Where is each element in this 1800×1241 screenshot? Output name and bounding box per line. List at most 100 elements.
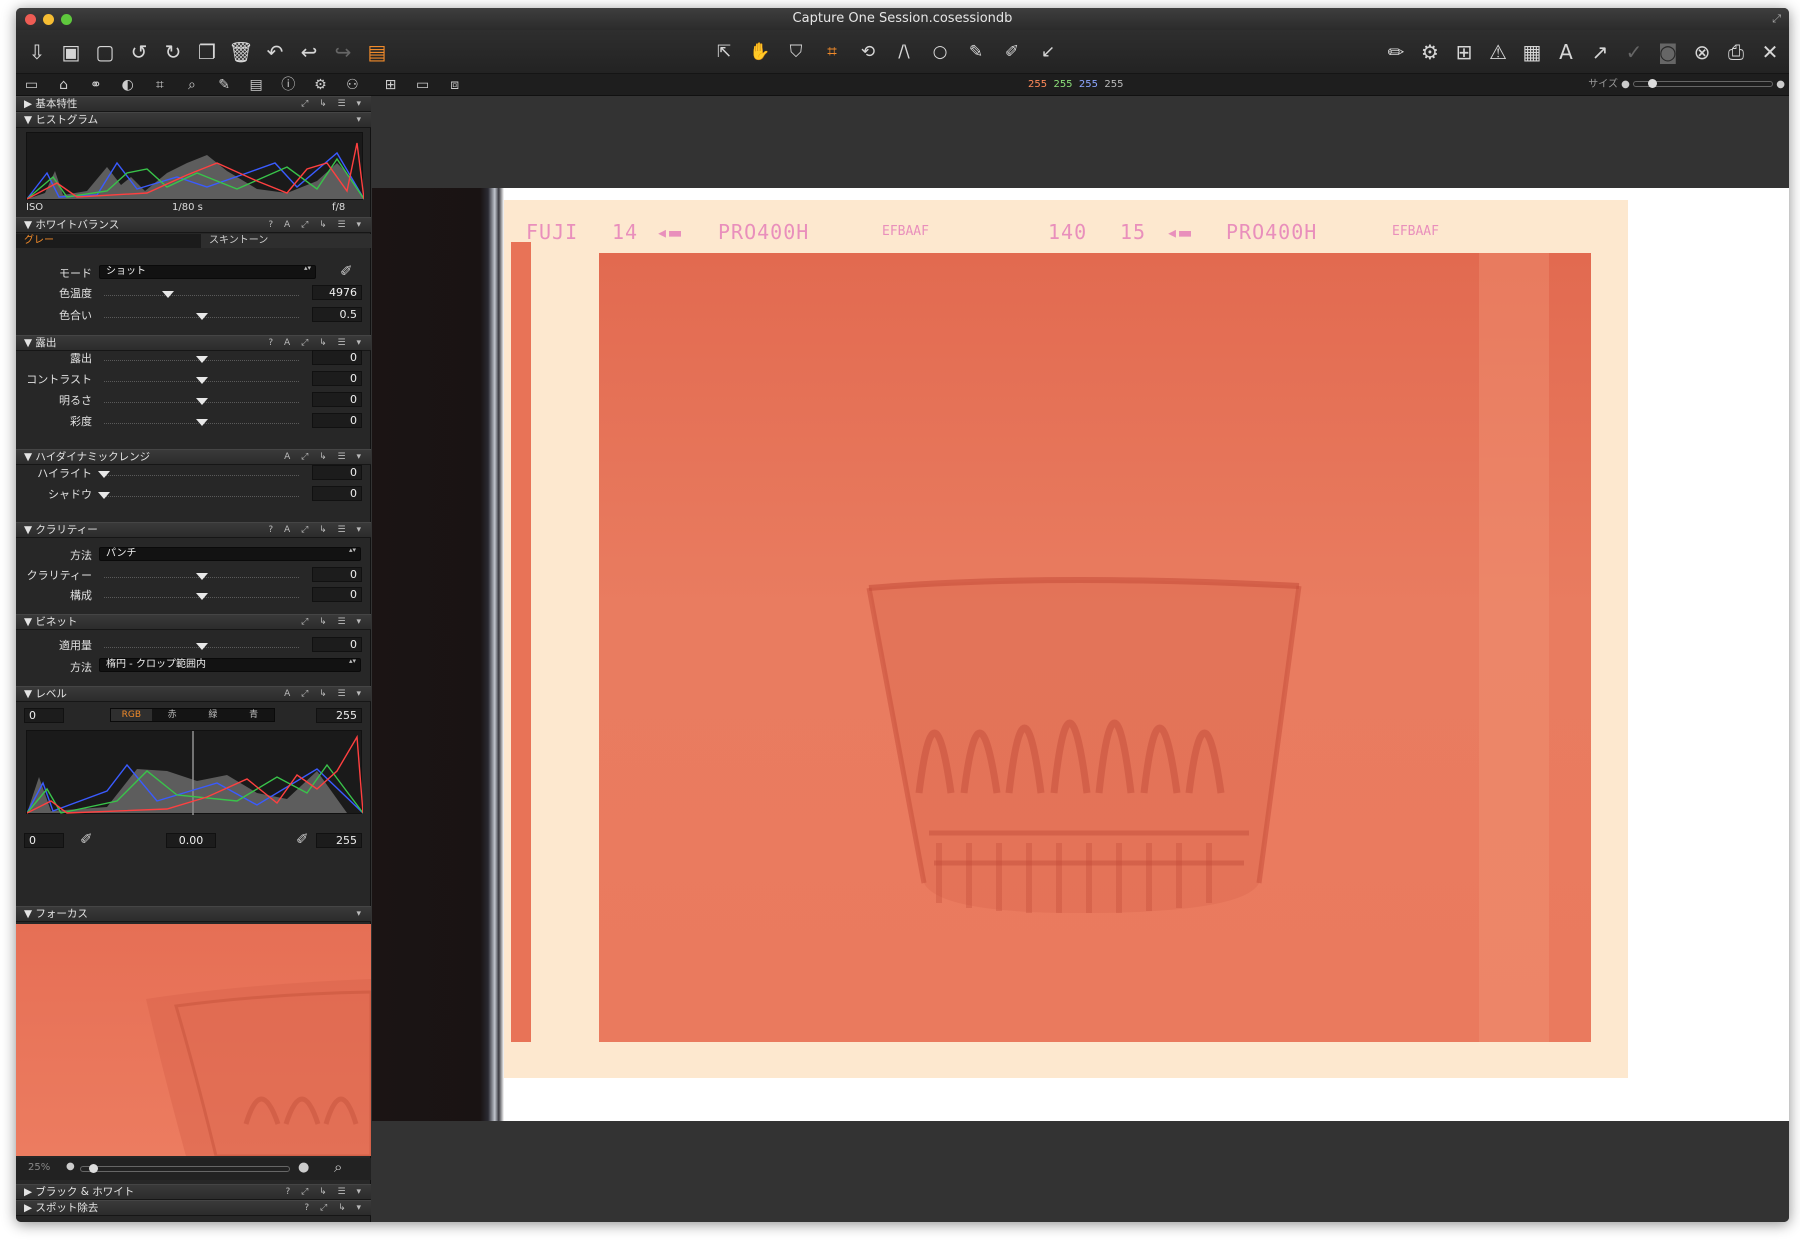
fullscreen-icon[interactable]: ⤢ — [1772, 8, 1781, 30]
wb-temp-slider[interactable] — [104, 285, 299, 298]
multi-view-icon[interactable]: ▤ — [360, 40, 394, 64]
adjust-brush-icon[interactable]: ✏ — [1379, 40, 1413, 64]
spot-removal-icon[interactable]: ○ — [922, 42, 958, 62]
exposure-slider-3[interactable] — [104, 413, 299, 426]
clarity-section-header[interactable]: ▼ クラリティー? A ⤢ ↳ ☰ ▾ — [16, 522, 371, 538]
text-icon[interactable]: A — [1549, 40, 1583, 64]
capture-tab-icon[interactable]: ⌂ — [50, 74, 77, 96]
wb-temp-value[interactable]: 4976 — [312, 285, 362, 300]
hdr-slider-0[interactable] — [98, 465, 299, 478]
histogram-section-header[interactable]: ▼ ヒストグラム ▾ — [16, 112, 371, 128]
exposure-slider-0[interactable] — [104, 350, 299, 363]
zoom-window-button[interactable] — [61, 14, 72, 25]
clarity-knob-0[interactable] — [195, 573, 208, 580]
grid-icon[interactable]: ▦ — [1515, 40, 1549, 64]
levels-input-low[interactable]: 0 — [24, 708, 64, 723]
hdr-knob-1[interactable] — [98, 492, 110, 499]
undo-icon[interactable]: ↩ — [292, 40, 326, 64]
exposure-section-header[interactable]: ▼ 露出? A ⤢ ↳ ☰ ▾ — [16, 335, 371, 351]
batch-tab-icon[interactable]: ⚇ — [339, 74, 366, 96]
white-point-picker-icon[interactable]: ✐ — [296, 830, 309, 848]
focus-zoom-slider[interactable] — [80, 1164, 290, 1173]
levels-tab-1[interactable]: 赤 — [152, 709, 193, 721]
bw-section-header[interactable]: ▶ ブラック & ホワイト? ⤢ ↳ ☰ ▾ — [16, 1184, 371, 1200]
levels-tab-0[interactable]: RGB — [111, 709, 152, 721]
library-tab-icon[interactable]: ▭ — [18, 74, 45, 96]
redo-icon[interactable]: ↪ — [326, 40, 360, 64]
tab-skin-tone[interactable]: スキントーン — [201, 234, 371, 248]
clarity-method-select[interactable]: パンチ — [99, 547, 361, 561]
settings-gear-icon[interactable]: ⚙ — [1413, 40, 1447, 64]
close-window-button[interactable] — [25, 14, 36, 25]
local-adjust-tab-icon[interactable]: ✎ — [211, 74, 238, 96]
levels-tab-3[interactable]: 青 — [233, 709, 274, 721]
grid-overlay-icon[interactable]: ⊞ — [1447, 40, 1481, 64]
spot-section-header[interactable]: ▶ スポット除去? ⤢ ↳ ▾ — [16, 1200, 371, 1216]
basic-section-header[interactable]: ▶ 基本特性 ⤢ ↳ ☰ ▾ — [16, 96, 371, 112]
hdr-section-header[interactable]: ▼ ハイダイナミックレンジ A ⤢ ↳ ☰ ▾ — [16, 449, 371, 465]
vignette-section-header[interactable]: ▼ ビネット ⤢ ↳ ☰ ▾ — [16, 614, 371, 630]
lens-tab-icon[interactable]: ⌗ — [146, 74, 173, 96]
import-icon[interactable]: ⇩ — [20, 40, 54, 64]
info-tab-icon[interactable]: ⓘ — [275, 74, 302, 96]
clarity-slider-1[interactable] — [104, 587, 299, 600]
clarity-value-1[interactable]: 0 — [312, 587, 362, 602]
single-view-icon[interactable]: ▭ — [409, 74, 436, 96]
exposure-tab-icon[interactable]: ◐ — [114, 74, 141, 96]
exposure-slider-2[interactable] — [104, 392, 299, 405]
output-tab-icon[interactable]: ⚙ — [307, 74, 334, 96]
pan-hand-icon[interactable]: ✋ — [742, 42, 778, 62]
vignette-amount-knob[interactable] — [195, 643, 208, 650]
vignette-amount-slider[interactable] — [104, 637, 299, 650]
levels-input-high[interactable]: 255 — [316, 708, 362, 723]
reset-icon[interactable]: ↶ — [258, 40, 292, 64]
grid-view-icon[interactable]: ⊞ — [377, 74, 404, 96]
exposure-knob-1[interactable] — [195, 377, 208, 384]
hdr-value-1[interactable]: 0 — [312, 486, 362, 501]
exposure-value-2[interactable]: 0 — [312, 392, 362, 407]
levels-tab-2[interactable]: 緑 — [193, 709, 234, 721]
rotate-tool-icon[interactable]: ⟲ — [850, 42, 886, 62]
thumb-size-slider[interactable] — [1633, 79, 1774, 88]
film-scan-image[interactable]: FUJI 14 ◂▬ PRO400H EFBAAF 140 15 ◂▬ PRO4… — [372, 188, 1789, 1121]
levels-section-header[interactable]: ▼ レベル A ⤢ ↳ ☰ ▾ — [16, 686, 371, 702]
exposure-knob-0[interactable] — [195, 356, 208, 363]
black-point-picker-icon[interactable]: ✐ — [80, 830, 93, 848]
clarity-slider-0[interactable] — [104, 567, 299, 580]
trash-icon[interactable]: 🗑 — [224, 40, 258, 64]
wb-tint-knob[interactable] — [195, 313, 208, 320]
vignette-method-select[interactable]: 楕円 - クロップ範囲内 — [99, 658, 361, 672]
print-icon[interactable]: ⎙ — [1719, 40, 1753, 64]
image-viewer[interactable]: FUJI 14 ◂▬ PRO400H EFBAAF 140 15 ◂▬ PRO4… — [372, 96, 1789, 1222]
exposure-warning-icon[interactable]: ⚠ — [1481, 40, 1515, 64]
wb-section-header[interactable]: ▼ ホワイトバランス? A ⤢ ↳ ☰ ▾ — [16, 217, 371, 233]
camera-icon[interactable]: ◙ — [1651, 40, 1685, 64]
wb-tint-slider[interactable] — [104, 307, 299, 320]
exposure-slider-1[interactable] — [104, 371, 299, 384]
levels-output-low[interactable]: 0 — [24, 833, 64, 848]
wb-mode-select[interactable]: ショット — [99, 265, 316, 279]
cancel-icon[interactable]: ⊗ — [1685, 40, 1719, 64]
rotate-right-icon[interactable]: ↻ — [156, 40, 190, 64]
keystone-icon[interactable]: /\ — [886, 42, 922, 62]
wb-temp-knob[interactable] — [162, 291, 175, 298]
vignette-amount-value[interactable]: 0 — [312, 637, 362, 652]
minimize-window-button[interactable] — [43, 14, 54, 25]
apply-adjustments-icon[interactable]: ✓ — [1617, 40, 1651, 64]
picker-icon[interactable]: ✐ — [994, 42, 1030, 62]
wb-picker-icon[interactable]: ✐ — [340, 262, 353, 280]
compare-view-icon[interactable]: ⧈ — [441, 74, 468, 96]
wb-tint-value[interactable]: 0.5 — [312, 307, 362, 322]
exposure-value-1[interactable]: 0 — [312, 371, 362, 386]
tools-icon[interactable]: ✕ — [1753, 40, 1787, 64]
hdr-knob-0[interactable] — [98, 471, 110, 478]
capture-icon[interactable]: ▣ — [54, 40, 88, 64]
exposure-value-3[interactable]: 0 — [312, 413, 362, 428]
live-view-icon[interactable]: ▢ — [88, 40, 122, 64]
exposure-knob-2[interactable] — [195, 398, 208, 405]
loupe-icon[interactable]: ⛉ — [778, 42, 814, 62]
focus-section-header[interactable]: ▼ フォーカス ▾ — [16, 906, 371, 922]
levels-histogram[interactable] — [26, 730, 364, 815]
move-to-folder-icon[interactable]: ❐ — [190, 40, 224, 64]
levels-output-high[interactable]: 255 — [316, 833, 362, 848]
